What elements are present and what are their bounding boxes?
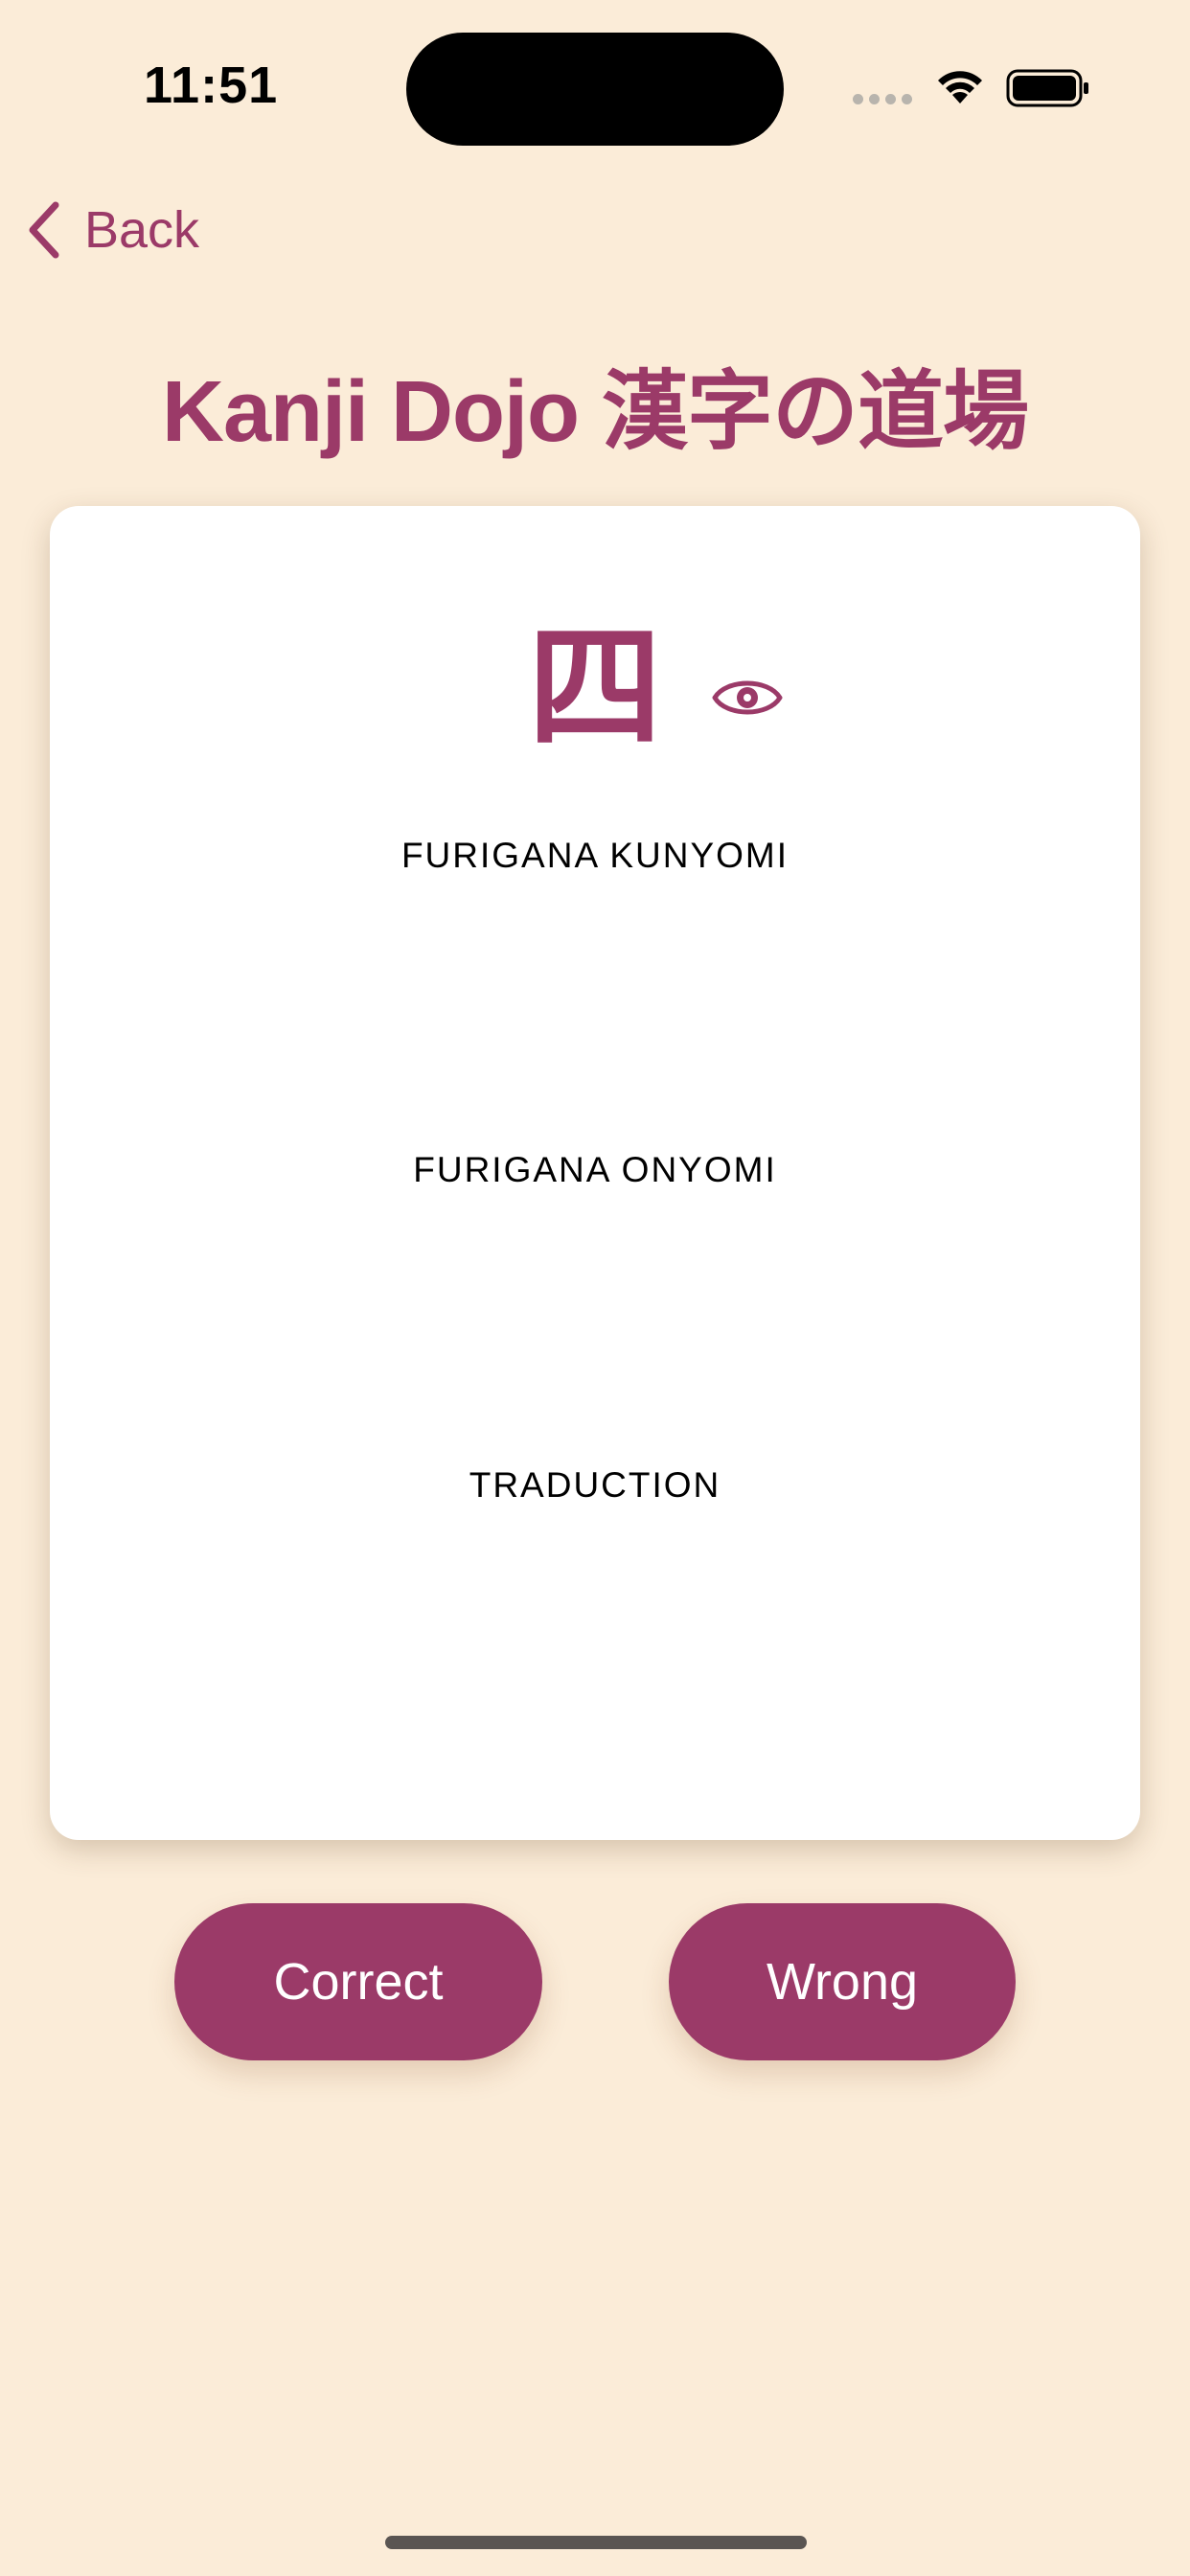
status-time: 11:51 bbox=[144, 57, 279, 114]
kunyomi-label: FURIGANA KUNYOMI bbox=[400, 836, 790, 875]
translation-label: TRADUCTION bbox=[469, 1465, 721, 1505]
back-label: Back bbox=[84, 201, 200, 259]
kanji-character: 四 bbox=[527, 612, 662, 763]
status-bar: 11:51 bbox=[0, 0, 1190, 172]
chevron-left-icon bbox=[29, 201, 59, 259]
cellular-signal-icon bbox=[853, 94, 916, 107]
eye-icon[interactable] bbox=[711, 671, 784, 724]
dynamic-island bbox=[406, 33, 784, 146]
page-title: Kanji Dojo 漢字の道場 bbox=[162, 364, 1029, 460]
home-indicator[interactable] bbox=[385, 2536, 807, 2549]
onyomi-label: FURIGANA ONYOMI bbox=[413, 1150, 777, 1189]
correct-button[interactable]: Correct bbox=[174, 1903, 542, 2060]
wifi-icon bbox=[938, 71, 982, 104]
battery-icon bbox=[1006, 69, 1088, 107]
wrong-button[interactable]: Wrong bbox=[669, 1903, 1016, 2060]
flashcard: 四 FURIGANA KUNYOMI FURIGANA ONYOMI TRADU… bbox=[50, 506, 1140, 1840]
back-button[interactable]: Back bbox=[23, 192, 199, 268]
